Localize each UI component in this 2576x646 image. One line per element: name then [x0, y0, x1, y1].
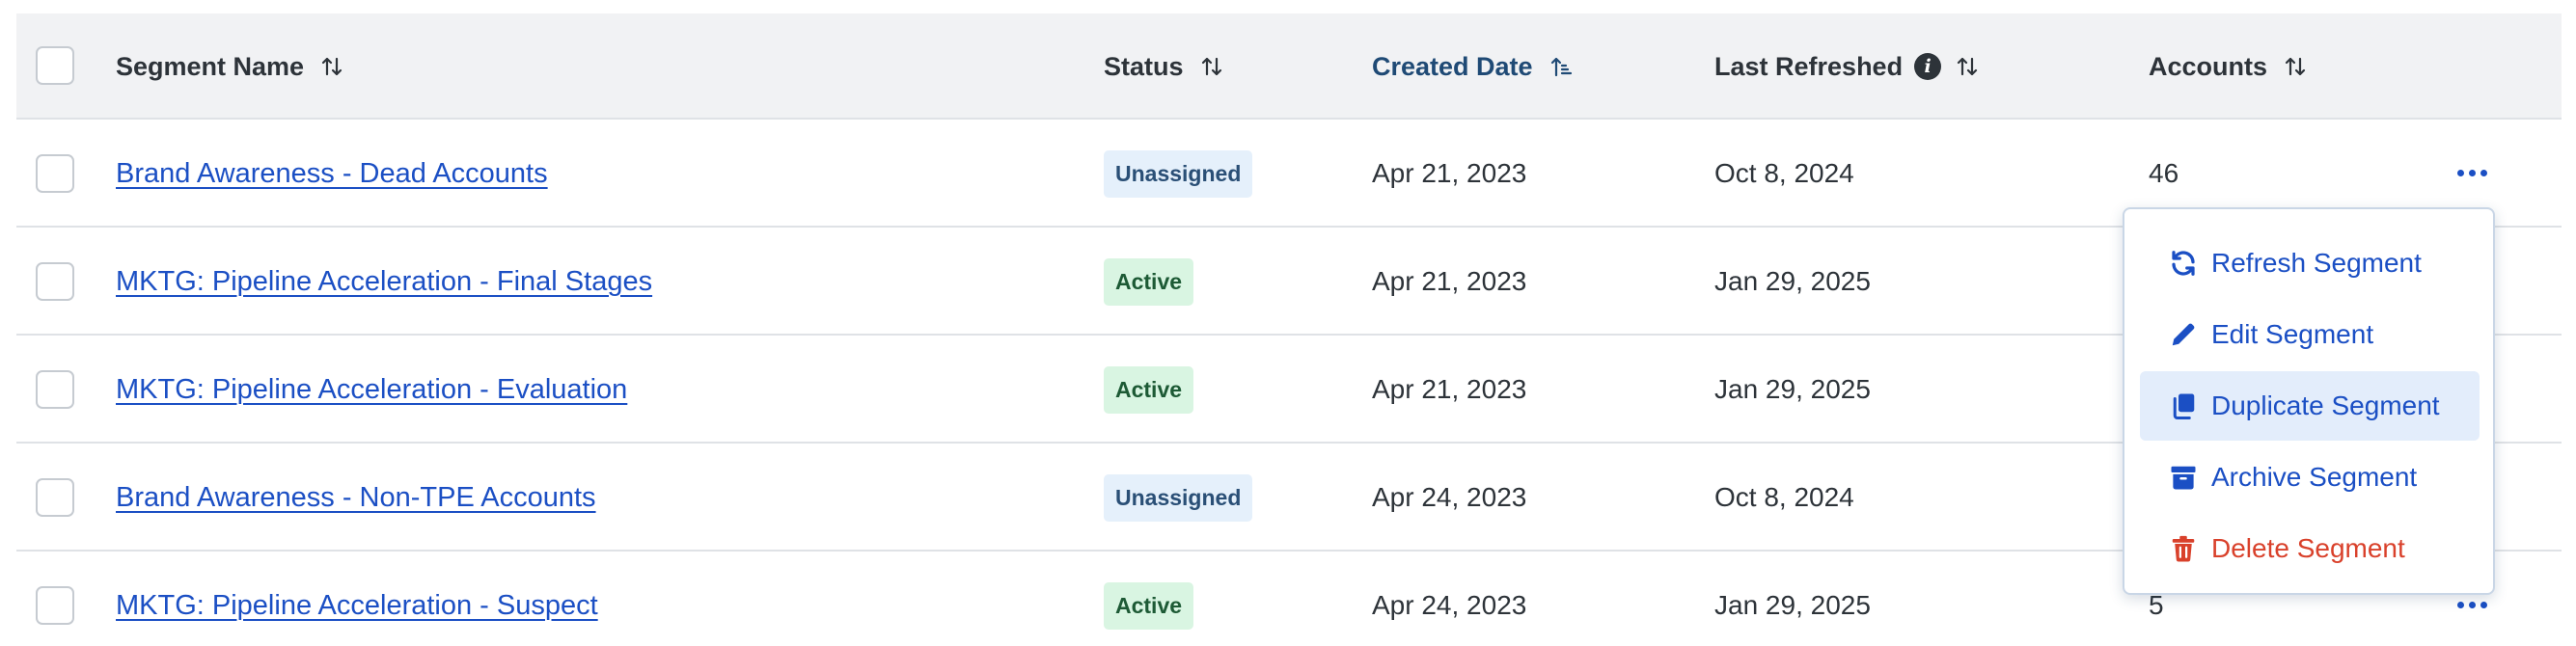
- segment-name-link[interactable]: Brand Awareness - Dead Accounts: [116, 158, 548, 190]
- column-header-accounts[interactable]: Accounts: [2149, 13, 2306, 120]
- status-badge: Active: [1104, 581, 1194, 630]
- created-date: Apr 24, 2023: [1372, 482, 1527, 512]
- column-label: Created Date: [1372, 51, 1533, 81]
- table-header: Segment Name Status Created Date Last Re…: [16, 13, 2562, 120]
- row-checkbox[interactable]: [36, 370, 74, 409]
- column-header-status[interactable]: Status: [1104, 13, 1222, 120]
- column-label: Last Refreshed: [1714, 51, 1904, 81]
- more-actions-button[interactable]: [2457, 170, 2487, 176]
- column-label: Segment Name: [116, 51, 305, 81]
- pencil-icon: [2172, 323, 2195, 346]
- segment-actions-menu: Refresh Segment Edit Segment Duplicate S…: [2123, 207, 2495, 595]
- sort-icon[interactable]: [1201, 55, 1222, 78]
- menu-item-refresh-segment[interactable]: Refresh Segment: [2140, 229, 2480, 298]
- created-date: Apr 21, 2023: [1372, 266, 1527, 296]
- row-checkbox[interactable]: [36, 586, 74, 625]
- menu-item-label: Refresh Segment: [2211, 248, 2422, 278]
- status-badge: Unassigned: [1104, 473, 1253, 522]
- segment-name-link[interactable]: MKTG: Pipeline Acceleration - Final Stag…: [116, 266, 652, 298]
- last-refreshed: Jan 29, 2025: [1714, 374, 1871, 404]
- row-checkbox[interactable]: [36, 262, 74, 301]
- status-badge: Active: [1104, 365, 1194, 414]
- segment-name-link[interactable]: MKTG: Pipeline Acceleration - Evaluation: [116, 374, 627, 406]
- accounts-count: 46: [2149, 158, 2179, 188]
- created-date: Apr 21, 2023: [1372, 374, 1527, 404]
- menu-item-label: Delete Segment: [2211, 533, 2405, 563]
- status-badge: Unassigned: [1104, 149, 1253, 198]
- menu-item-edit-segment[interactable]: Edit Segment: [2140, 300, 2480, 369]
- created-date: Apr 24, 2023: [1372, 590, 1527, 620]
- trash-icon: [2172, 535, 2195, 562]
- refresh-icon: [2172, 251, 2195, 276]
- menu-item-label: Edit Segment: [2211, 319, 2374, 349]
- sort-icon[interactable]: [1957, 55, 1978, 78]
- more-actions-button[interactable]: [2457, 602, 2487, 608]
- status-badge: Active: [1104, 257, 1194, 306]
- column-header-created-date[interactable]: Created Date: [1372, 13, 1574, 120]
- column-header-segment-name[interactable]: Segment Name: [116, 13, 343, 120]
- column-label: Status: [1104, 51, 1184, 81]
- menu-item-label: Duplicate Segment: [2211, 390, 2440, 420]
- menu-item-archive-segment[interactable]: Archive Segment: [2140, 443, 2480, 512]
- copy-icon: [2173, 393, 2195, 419]
- menu-item-duplicate-segment[interactable]: Duplicate Segment: [2140, 371, 2480, 441]
- last-refreshed: Jan 29, 2025: [1714, 590, 1871, 620]
- created-date: Apr 21, 2023: [1372, 158, 1527, 188]
- last-refreshed: Oct 8, 2024: [1714, 482, 1854, 512]
- last-refreshed: Oct 8, 2024: [1714, 158, 1854, 188]
- sort-ascending-icon[interactable]: [1550, 55, 1574, 78]
- menu-item-label: Archive Segment: [2211, 462, 2418, 492]
- sort-icon[interactable]: [2285, 55, 2306, 78]
- column-header-last-refreshed[interactable]: Last Refreshed i: [1714, 13, 1978, 120]
- segment-name-link[interactable]: Brand Awareness - Non-TPE Accounts: [116, 482, 596, 514]
- menu-item-delete-segment[interactable]: Delete Segment: [2140, 514, 2480, 583]
- column-label: Accounts: [2149, 51, 2268, 81]
- row-checkbox[interactable]: [36, 154, 74, 193]
- row-checkbox[interactable]: [36, 478, 74, 517]
- last-refreshed: Jan 29, 2025: [1714, 266, 1871, 296]
- info-icon[interactable]: i: [1914, 53, 1942, 80]
- archive-icon: [2171, 466, 2196, 490]
- sort-icon[interactable]: [321, 55, 343, 78]
- select-all-checkbox[interactable]: [36, 46, 74, 85]
- segment-name-link[interactable]: MKTG: Pipeline Acceleration - Suspect: [116, 590, 598, 622]
